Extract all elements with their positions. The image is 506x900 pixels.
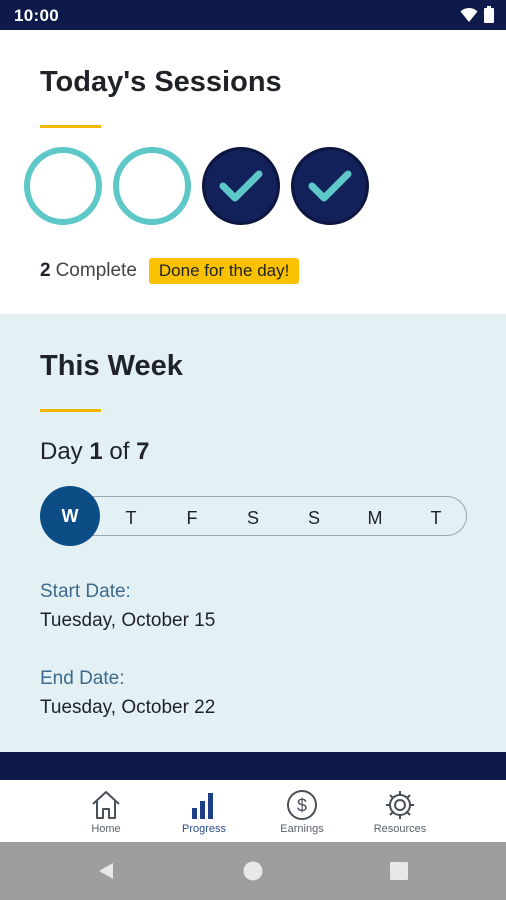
recents-icon[interactable] (390, 862, 408, 880)
nav-label-resources: Resources (373, 823, 427, 835)
gear-icon (386, 791, 414, 819)
end-date-value: Tuesday, October 22 (40, 697, 216, 718)
navy-divider-band (0, 752, 506, 780)
nav-label-earnings: Earnings (280, 823, 324, 835)
bottom-nav: Home Progress $ Earnings Resources (0, 780, 506, 842)
done-for-day-badge: Done for the day! (148, 258, 300, 284)
session-circles (24, 147, 369, 225)
session-circle-complete (202, 147, 280, 225)
checkmark-icon (219, 170, 263, 202)
day-letter: S (246, 508, 259, 528)
start-date-value: Tuesday, October 15 (40, 610, 216, 631)
day-total: 7 (136, 438, 150, 465)
day-letter: T (430, 508, 442, 528)
svg-text:$: $ (297, 796, 307, 816)
nav-item-progress[interactable]: Progress (164, 788, 244, 835)
wifi-icon (460, 7, 478, 22)
day-letter: T (125, 508, 137, 528)
sessions-title: Today's Sessions (40, 66, 282, 98)
bar-chart-icon (192, 793, 213, 819)
status-time: 10:00 (14, 6, 59, 25)
this-week-section: This Week Day 1 of 7 W T F S S M T Start… (0, 314, 506, 752)
day-letter: S (307, 508, 320, 528)
status-bar: 10:00 (0, 0, 506, 30)
week-title-underline (40, 409, 101, 412)
battery-icon (484, 6, 494, 23)
nav-item-resources[interactable]: Resources (360, 788, 440, 835)
sessions-title-underline (40, 125, 101, 128)
session-circle-incomplete (113, 147, 191, 225)
session-circle-complete (291, 147, 369, 225)
nav-label-progress: Progress (181, 823, 227, 835)
home-circle-icon[interactable] (242, 860, 264, 882)
todays-sessions-section: Today's Sessions 2 Complete Done for the… (0, 30, 506, 314)
completion-row: 2 Complete Done for the day! (40, 258, 300, 284)
android-nav-bar (0, 842, 506, 900)
day-letter: F (186, 508, 198, 528)
current-day-indicator: W (40, 486, 100, 546)
end-date-label: End Date: (40, 668, 125, 689)
complete-count: 2 (40, 260, 51, 281)
home-icon (92, 791, 120, 819)
back-icon[interactable] (96, 861, 116, 881)
dollar-icon: $ (287, 790, 317, 820)
week-title: This Week (40, 350, 183, 382)
status-icons (460, 6, 494, 23)
day-current: 1 (89, 438, 103, 465)
day-counter: Day 1 of 7 (40, 438, 149, 466)
day-prefix: Day (40, 438, 83, 465)
nav-item-home[interactable]: Home (66, 788, 146, 835)
nav-item-earnings[interactable]: $ Earnings (262, 788, 342, 835)
checkmark-icon (308, 170, 352, 202)
session-circle-incomplete (24, 147, 102, 225)
day-of: of (109, 438, 130, 465)
complete-label: Complete (55, 260, 137, 281)
nav-label-home: Home (91, 823, 121, 835)
day-letter: M (367, 508, 383, 528)
start-date-label: Start Date: (40, 581, 131, 602)
